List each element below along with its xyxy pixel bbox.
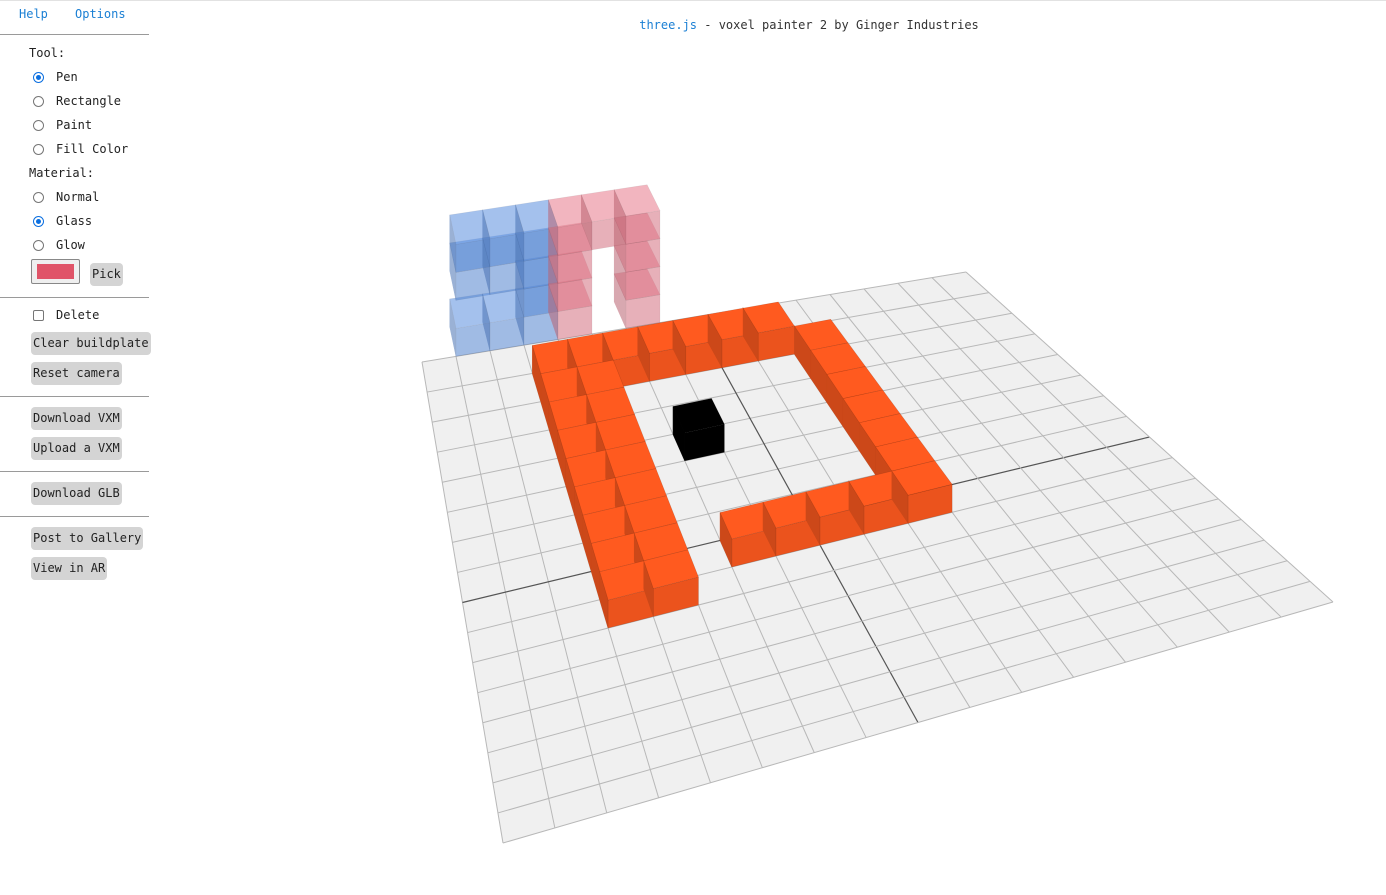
tool-option-paint[interactable]: Paint bbox=[33, 116, 92, 134]
material-label: Material: bbox=[29, 166, 95, 180]
divider bbox=[0, 516, 149, 517]
color-swatch bbox=[37, 264, 74, 279]
divider bbox=[0, 34, 149, 35]
material-option-normal[interactable]: Normal bbox=[33, 188, 99, 206]
divider bbox=[0, 297, 149, 298]
reset-camera-button[interactable]: Reset camera bbox=[31, 362, 122, 385]
radio-glass[interactable] bbox=[33, 215, 44, 227]
tool-option-fill-color[interactable]: Fill Color bbox=[33, 140, 128, 158]
sidebar: Help Options Tool: Pen Rectangle Paint F… bbox=[0, 0, 151, 895]
tool-option-pen[interactable]: Pen bbox=[33, 68, 78, 86]
orange-voxel bbox=[643, 549, 699, 617]
pick-button[interactable]: Pick bbox=[90, 263, 123, 286]
radio-rectangle[interactable] bbox=[33, 95, 44, 107]
download-glb-button[interactable]: Download GLB bbox=[31, 482, 122, 505]
upload-vxm-button[interactable]: Upload a VXM bbox=[31, 437, 122, 460]
divider bbox=[0, 396, 149, 397]
view-in-ar-button[interactable]: View in AR bbox=[31, 557, 108, 580]
tool-option-rectangle[interactable]: Rectangle bbox=[33, 92, 121, 110]
radio-normal[interactable] bbox=[33, 191, 44, 203]
material-option-glass[interactable]: Glass bbox=[33, 212, 92, 230]
radio-pen[interactable] bbox=[33, 71, 44, 83]
post-to-gallery-button[interactable]: Post to Gallery bbox=[31, 527, 144, 550]
material-option-glow[interactable]: Glow bbox=[33, 236, 85, 254]
radio-fill-color[interactable] bbox=[33, 143, 44, 155]
download-vxm-button[interactable]: Download VXM bbox=[31, 407, 122, 430]
divider bbox=[0, 471, 149, 472]
delete-option[interactable]: Delete bbox=[33, 306, 99, 324]
radio-glow[interactable] bbox=[33, 239, 44, 251]
delete-checkbox[interactable] bbox=[33, 309, 44, 321]
voxel-viewport[interactable] bbox=[149, 0, 1386, 895]
tool-label: Tool: bbox=[29, 46, 66, 60]
clear-buildplate-button[interactable]: Clear buildplate bbox=[31, 332, 151, 355]
radio-paint[interactable] bbox=[33, 119, 44, 131]
color-picker[interactable] bbox=[31, 259, 80, 284]
